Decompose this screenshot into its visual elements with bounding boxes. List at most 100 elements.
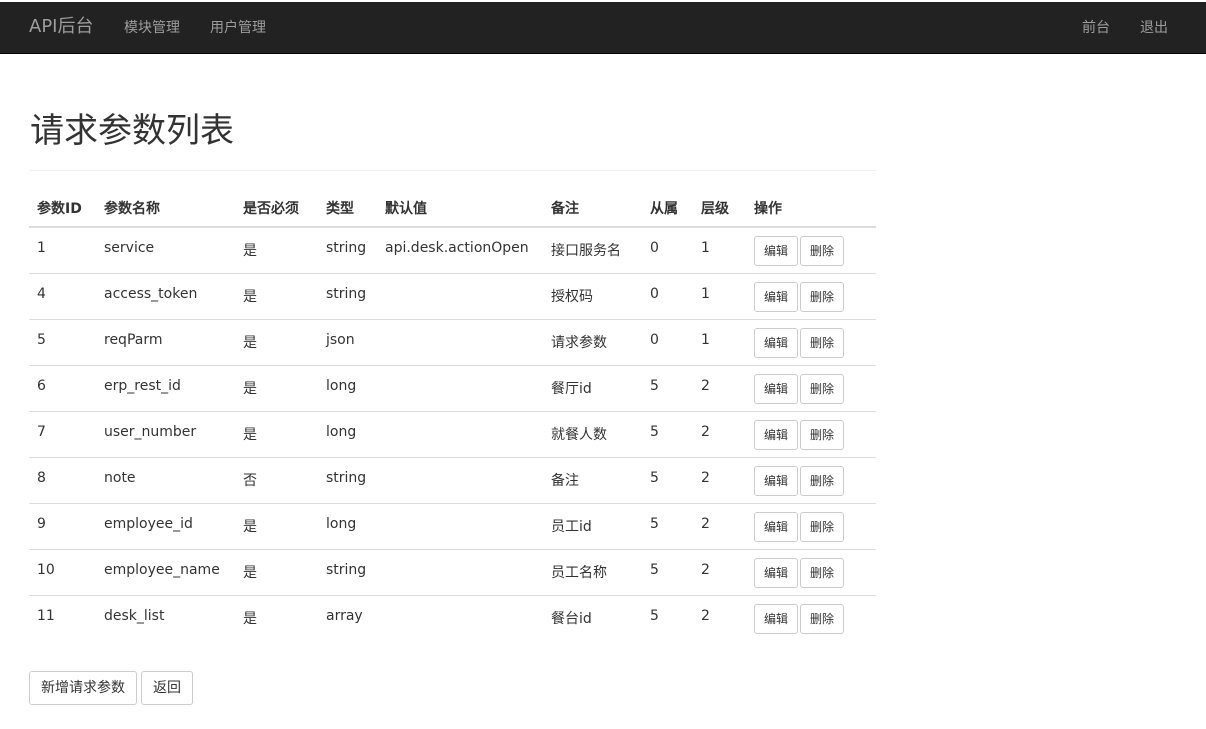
table-row: 10 employee_name 是 string 员工名称 5 2 编辑 删除 — [29, 548, 876, 595]
header-required: 是否必须 — [235, 190, 318, 228]
cell-param-id: 5 — [29, 318, 96, 365]
table-row: 4 access_token 是 string 授权码 0 1 编辑 删除 — [29, 272, 876, 319]
add-param-button[interactable]: 新增请求参数 — [29, 671, 137, 705]
edit-button[interactable]: 编辑 — [754, 373, 799, 404]
table-body: 1 service 是 string api.desk.actionOpen 接口服务名 0… — [29, 226, 876, 641]
header-parent: 从属 — [642, 190, 693, 228]
cell-default — [377, 272, 543, 319]
cell-default — [377, 502, 543, 549]
cell-note: 备注 — [543, 456, 642, 503]
edit-button[interactable]: 编辑 — [754, 281, 799, 312]
cell-required: 是 — [235, 548, 318, 595]
cell-parent: 5 — [642, 410, 693, 457]
cell-actions: 编辑 删除 — [746, 318, 876, 365]
cell-note: 授权码 — [543, 272, 642, 319]
header-actions: 操作 — [746, 190, 876, 228]
delete-button[interactable]: 删除 — [800, 327, 845, 358]
cell-required: 是 — [235, 502, 318, 549]
cell-parent: 5 — [642, 502, 693, 549]
cell-param-name: desk_list — [96, 594, 235, 641]
cell-type: long — [318, 502, 377, 549]
header-param-name: 参数名称 — [96, 190, 235, 228]
cell-default: api.desk.actionOpen — [377, 226, 543, 273]
edit-button[interactable]: 编辑 — [754, 327, 799, 358]
header-note: 备注 — [543, 190, 642, 228]
cell-parent: 5 — [642, 456, 693, 503]
cell-required: 是 — [235, 272, 318, 319]
cell-level: 2 — [693, 502, 746, 549]
edit-button[interactable]: 编辑 — [754, 236, 799, 266]
cell-param-id: 1 — [29, 226, 96, 273]
cell-required: 是 — [235, 318, 318, 365]
table-row: 1 service 是 string api.desk.actionOpen 接口服务名 0… — [29, 226, 876, 273]
cell-param-name: employee_name — [96, 548, 235, 595]
nav-frontend[interactable]: 前台 — [1082, 2, 1110, 54]
header-level: 层级 — [693, 190, 746, 228]
cell-type: string — [318, 456, 377, 503]
cell-actions: 编辑 删除 — [746, 548, 876, 595]
cell-param-id: 9 — [29, 502, 96, 549]
cell-actions: 编辑 删除 — [746, 594, 876, 641]
cell-level: 2 — [693, 410, 746, 457]
delete-button[interactable]: 删除 — [800, 557, 845, 588]
edit-button[interactable]: 编辑 — [754, 603, 799, 634]
cell-note: 接口服务名 — [543, 226, 642, 273]
table-row: 9 employee_id 是 long 员工id 5 2 编辑 删除 — [29, 502, 876, 549]
cell-required: 否 — [235, 456, 318, 503]
cell-param-name: access_token — [96, 272, 235, 319]
delete-button[interactable]: 删除 — [800, 281, 845, 312]
cell-default — [377, 318, 543, 365]
edit-button[interactable]: 编辑 — [754, 465, 799, 496]
cell-param-id: 10 — [29, 548, 96, 595]
params-table: 参数ID 参数名称 是否必须 类型 默认值 备注 从属 层级 操作 1 servi… — [29, 190, 876, 641]
cell-required: 是 — [235, 594, 318, 641]
back-button[interactable]: 返回 — [141, 671, 193, 705]
top-navbar: API后台 模块管理 用户管理 前台 退出 — [0, 2, 1206, 54]
cell-level: 2 — [693, 364, 746, 411]
nav-user-management[interactable]: 用户管理 — [210, 2, 266, 54]
cell-level: 1 — [693, 272, 746, 319]
cell-type: string — [318, 226, 377, 273]
cell-level: 1 — [693, 226, 746, 273]
cell-parent: 5 — [642, 364, 693, 411]
cell-actions: 编辑 删除 — [746, 364, 876, 411]
cell-param-id: 7 — [29, 410, 96, 457]
delete-button[interactable]: 删除 — [800, 465, 845, 496]
delete-button[interactable]: 删除 — [800, 419, 845, 450]
cell-default — [377, 594, 543, 641]
nav-logout[interactable]: 退出 — [1140, 2, 1168, 54]
cell-param-name: erp_rest_id — [96, 364, 235, 411]
cell-level: 2 — [693, 456, 746, 503]
nav-right: 前台 退出 — [1052, 2, 1168, 54]
cell-type: json — [318, 318, 377, 365]
table-row: 8 note 否 string 备注 5 2 编辑 删除 — [29, 456, 876, 503]
cell-note: 员工名称 — [543, 548, 642, 595]
cell-actions: 编辑 删除 — [746, 502, 876, 549]
edit-button[interactable]: 编辑 — [754, 511, 799, 542]
cell-param-id: 4 — [29, 272, 96, 319]
page-header: 请求参数列表 — [30, 110, 876, 171]
cell-note: 请求参数 — [543, 318, 642, 365]
cell-type: string — [318, 548, 377, 595]
cell-param-name: user_number — [96, 410, 235, 457]
cell-type: string — [318, 272, 377, 319]
brand-link[interactable]: API后台 — [29, 2, 93, 54]
cell-param-name: service — [96, 226, 235, 273]
delete-button[interactable]: 删除 — [800, 373, 845, 404]
edit-button[interactable]: 编辑 — [754, 557, 799, 588]
nav-module-management[interactable]: 模块管理 — [124, 2, 180, 54]
cell-param-name: employee_id — [96, 502, 235, 549]
cell-actions: 编辑 删除 — [746, 226, 876, 273]
cell-level: 2 — [693, 548, 746, 595]
cell-default — [377, 456, 543, 503]
edit-button[interactable]: 编辑 — [754, 419, 799, 450]
delete-button[interactable]: 删除 — [800, 236, 845, 266]
delete-button[interactable]: 删除 — [800, 603, 845, 634]
delete-button[interactable]: 删除 — [800, 511, 845, 542]
table-row: 11 desk_list 是 array 餐台id 5 2 编辑 删除 — [29, 594, 876, 641]
cell-type: long — [318, 410, 377, 457]
cell-level: 2 — [693, 594, 746, 641]
cell-required: 是 — [235, 364, 318, 411]
cell-param-name: note — [96, 456, 235, 503]
cell-type: array — [318, 594, 377, 641]
